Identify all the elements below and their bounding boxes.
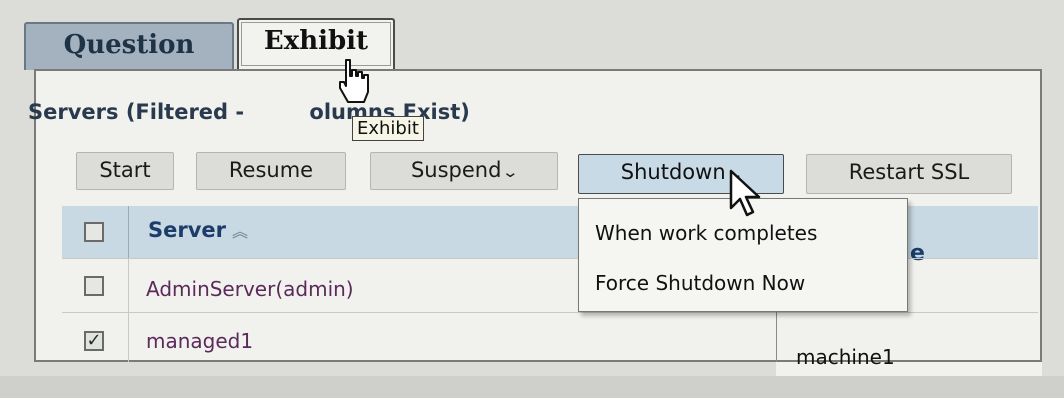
sort-ascending-icon: ︽ bbox=[232, 222, 249, 241]
column-header-partial[interactable]: e bbox=[910, 241, 925, 266]
background-strip bbox=[0, 376, 1064, 398]
column-header-partial-label: e bbox=[910, 241, 925, 266]
tooltip: Exhibit bbox=[352, 116, 424, 141]
resume-button[interactable]: Resume bbox=[196, 152, 346, 190]
column-header-server-label: Server bbox=[148, 218, 227, 242]
arrow-cursor-icon bbox=[729, 169, 761, 217]
column-header-server[interactable]: Server ︽ bbox=[148, 218, 248, 242]
tab-question-label: Question bbox=[63, 30, 195, 60]
restart-ssl-button-label: Restart SSL bbox=[848, 160, 970, 184]
start-button-label: Start bbox=[99, 158, 151, 182]
server-link[interactable]: AdminServer(admin) bbox=[146, 277, 354, 301]
hand-cursor-icon bbox=[339, 59, 369, 103]
panel-title-left: Servers (Filtered - bbox=[28, 100, 252, 124]
column-divider bbox=[128, 258, 129, 362]
row-checkbox[interactable] bbox=[84, 276, 104, 296]
menu-item-label: When work completes bbox=[595, 221, 818, 245]
tab-exhibit-label: Exhibit bbox=[263, 26, 369, 56]
restart-ssl-button[interactable]: Restart SSL bbox=[806, 154, 1012, 194]
header-divider bbox=[128, 206, 129, 258]
chevron-down-icon: ⌄ bbox=[501, 163, 520, 181]
row-divider bbox=[62, 312, 1038, 313]
server-link[interactable]: managed1 bbox=[146, 329, 253, 353]
menu-item-force-shutdown[interactable]: Force Shutdown Now bbox=[595, 271, 805, 295]
suspend-button-label: Suspend bbox=[410, 158, 502, 182]
start-button[interactable]: Start bbox=[76, 152, 174, 190]
row-checkbox-checked[interactable]: ✓ bbox=[84, 331, 104, 351]
shutdown-button-label: Shutdown bbox=[620, 160, 726, 184]
resume-button-label: Resume bbox=[228, 158, 314, 182]
table-row-server[interactable]: managed1 bbox=[146, 329, 253, 353]
tab-question[interactable]: Question bbox=[24, 22, 234, 70]
tooltip-label: Exhibit bbox=[357, 118, 419, 139]
table-cell-machine: machine1 bbox=[796, 345, 895, 369]
select-all-checkbox[interactable] bbox=[84, 222, 104, 242]
suspend-button[interactable]: Suspend⌄ bbox=[370, 152, 558, 190]
table-row-server[interactable]: AdminServer(admin) bbox=[146, 277, 354, 301]
menu-item-label: Force Shutdown Now bbox=[595, 271, 806, 295]
menu-item-when-work-completes[interactable]: When work completes bbox=[595, 221, 817, 245]
machine-label: machine1 bbox=[796, 345, 895, 369]
